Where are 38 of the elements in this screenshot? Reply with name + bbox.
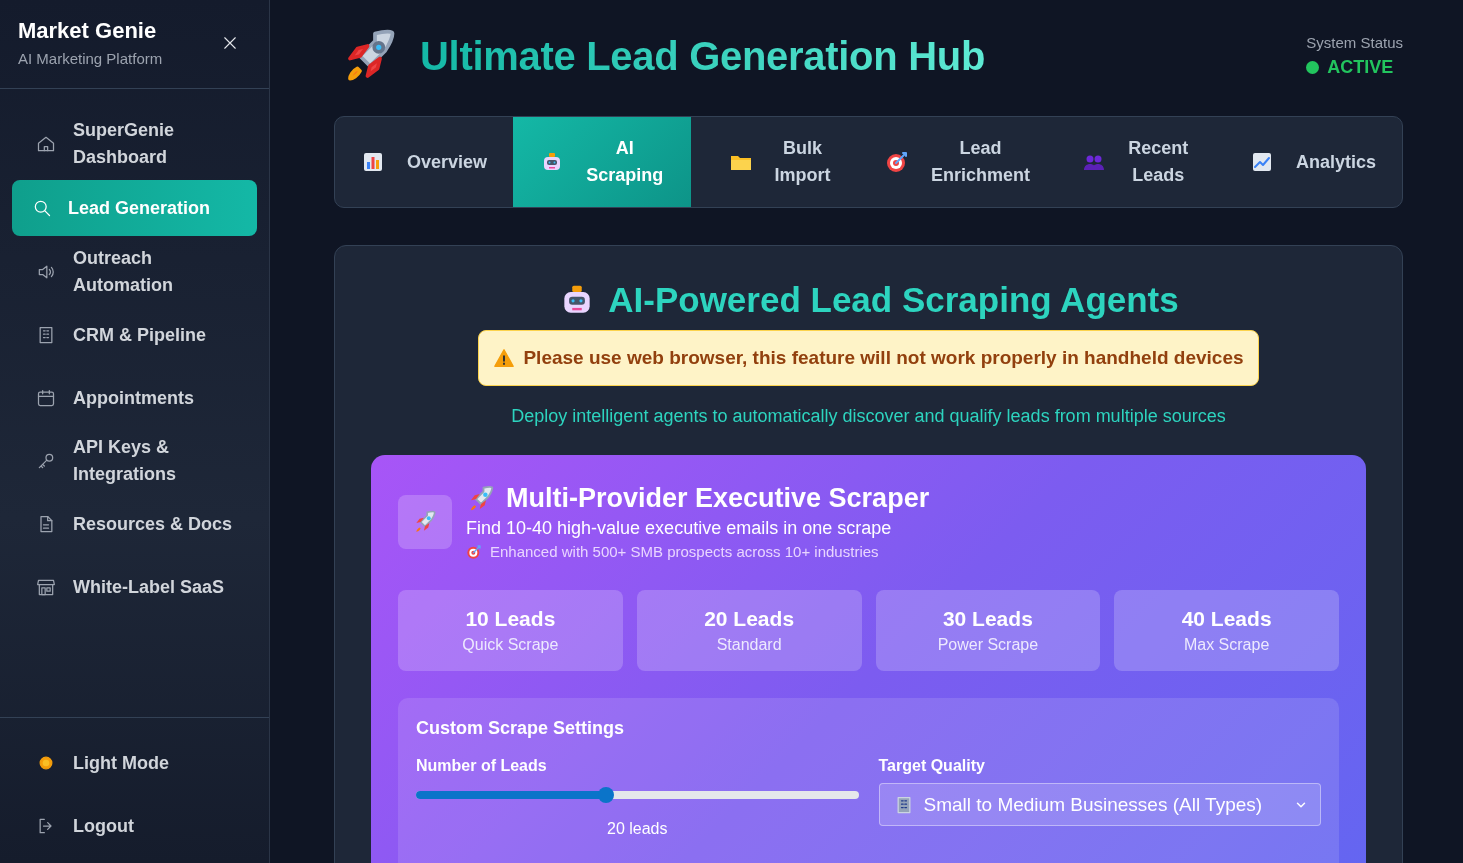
brand-name: Market Genie	[18, 18, 158, 44]
sidebar-item[interactable]: Outreach Automation	[12, 245, 257, 299]
slider-reading: 20 leads	[606, 820, 669, 838]
field-label: Target Quality	[878, 757, 986, 775]
sidebar-item[interactable]: White-Label SaaS	[12, 560, 257, 614]
key-icon	[36, 451, 56, 471]
scraper-description: Find 10-40 high-value executive emails in one scrape	[466, 518, 893, 539]
brand-tagline: AI Marketing Platform	[18, 50, 163, 67]
section-title: AI-Powered Lead Scraping Agents	[608, 280, 1179, 320]
sidebar-item[interactable]: SuperGenie Dashboard	[12, 117, 257, 171]
settings-title: Custom Scrape Settings	[416, 718, 626, 739]
tab[interactable]: Bulk Import	[690, 117, 869, 207]
scraper-title: Multi-Provider Executive Scraper	[506, 483, 930, 514]
sidebar-item[interactable]: CRM & Pipeline	[12, 308, 257, 362]
warning-text: Please use web browser, this feature will not work properly in handheld devices	[523, 347, 1244, 369]
sidebar-item[interactable]: Light Mode	[12, 736, 257, 790]
section-subtitle: Deploy intelligent agents to automatically discover and qualify leads from multiple sources	[511, 406, 1226, 427]
slider-thumb[interactable]	[598, 787, 615, 803]
warning-icon	[493, 347, 516, 369]
sidebar-item[interactable]: Resources & Docs	[12, 497, 257, 551]
sidebar-item[interactable]: Logout	[12, 799, 257, 853]
sidebar-item[interactable]: Appointments	[12, 371, 257, 425]
field-label: Number of Leads	[416, 757, 548, 775]
tab[interactable]: Lead Enrichment	[868, 117, 1047, 207]
storefront-icon	[36, 577, 56, 597]
home-icon	[36, 134, 56, 154]
sidebar-item[interactable]: API Keys & Integrations	[12, 434, 257, 488]
calendar-icon	[36, 388, 56, 408]
status-value: ACTIVE	[1327, 57, 1394, 78]
target-icon	[466, 543, 482, 560]
status-label: System Status	[1306, 34, 1403, 51]
status-dot	[1306, 61, 1320, 74]
tab[interactable]: Analytics	[1224, 117, 1402, 207]
search-icon	[32, 198, 52, 218]
tab[interactable]: Recent Leads	[1046, 117, 1225, 207]
target-icon	[884, 150, 909, 174]
tab[interactable]: Overview	[335, 117, 513, 207]
scraper-note: Enhanced with 500+ SMB prospects across 10+ industries	[490, 543, 879, 560]
